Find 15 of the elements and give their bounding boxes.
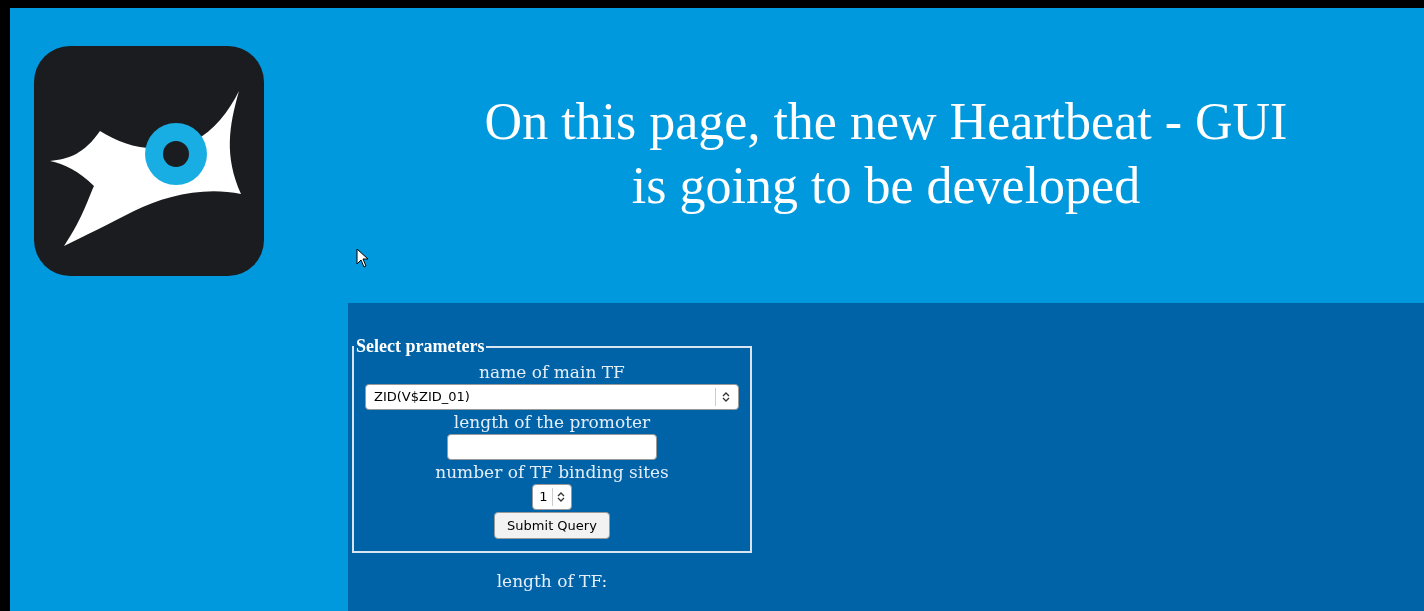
field-label: name of main TF <box>479 361 625 384</box>
result-label: length of TF: <box>496 570 608 593</box>
field-label: length of the promoter <box>453 411 651 434</box>
updown-icon <box>722 391 730 403</box>
logo-icon <box>34 46 264 276</box>
field-label: number of TF binding sites <box>435 461 669 484</box>
fieldset-legend: Select prameters <box>354 333 487 360</box>
updown-icon <box>556 491 565 503</box>
cursor-icon <box>356 248 370 268</box>
input-field[interactable] <box>447 434 657 460</box>
submit-button[interactable]: Submit Query <box>494 512 610 539</box>
number-spinner[interactable]: 1 <box>532 484 572 510</box>
tf-select[interactable]: ZID(V$ZID_01) <box>365 384 739 410</box>
page-title: is going to be developed <box>631 156 1141 216</box>
page-title: On this page, the new Heartbeat - GUI <box>484 92 1288 152</box>
